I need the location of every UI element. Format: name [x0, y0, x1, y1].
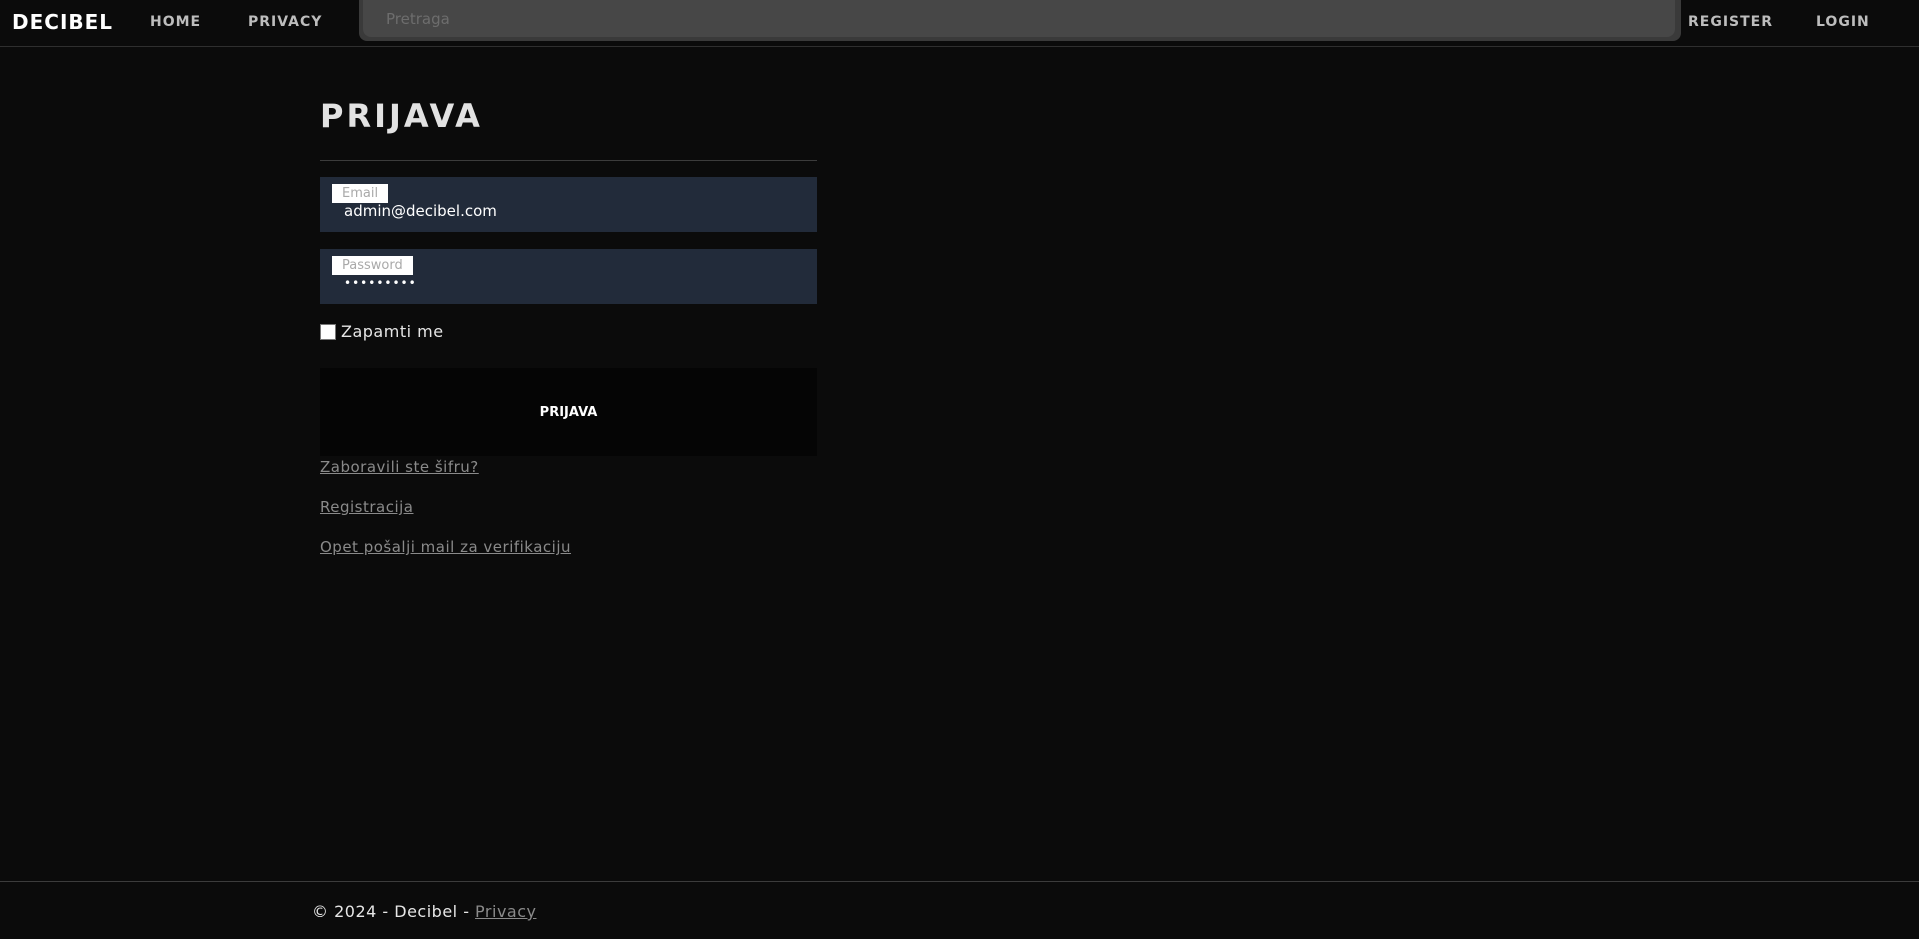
nav-privacy[interactable]: PRIVACY [248, 14, 322, 30]
search-input[interactable] [363, 0, 1675, 37]
remember-me-checkbox[interactable] [320, 323, 336, 340]
footer-copyright: © 2024 - Decibel - [312, 902, 476, 921]
search-bar [359, 0, 1681, 41]
email-input[interactable] [344, 200, 804, 222]
page-title: PRIJAVA [320, 97, 483, 135]
password-field[interactable]: Password [320, 249, 817, 304]
footer-privacy-link[interactable]: Privacy [475, 902, 536, 921]
remember-me-label: Zapamti me [341, 322, 444, 341]
nav-home[interactable]: HOME [150, 14, 201, 30]
password-input[interactable] [344, 272, 804, 294]
login-submit-button[interactable]: PRIJAVA [320, 368, 817, 456]
footer-text: © 2024 - Decibel - Privacy [312, 902, 536, 921]
resend-verification-link[interactable]: Opet pošalji mail za verifikaciju [320, 538, 571, 556]
brand-logo[interactable]: DECIBEL [12, 10, 113, 34]
remember-me[interactable]: Zapamti me [320, 322, 444, 341]
top-navbar: DECIBEL HOME PRIVACY REGISTER LOGIN [0, 0, 1919, 47]
nav-login[interactable]: LOGIN [1816, 14, 1870, 30]
page-footer: © 2024 - Decibel - Privacy [0, 881, 1919, 939]
register-link[interactable]: Registracija [320, 498, 414, 516]
email-field[interactable]: Email [320, 177, 817, 232]
title-divider [320, 160, 817, 161]
forgot-password-link[interactable]: Zaboravili ste šifru? [320, 458, 479, 476]
nav-register[interactable]: REGISTER [1688, 14, 1773, 30]
